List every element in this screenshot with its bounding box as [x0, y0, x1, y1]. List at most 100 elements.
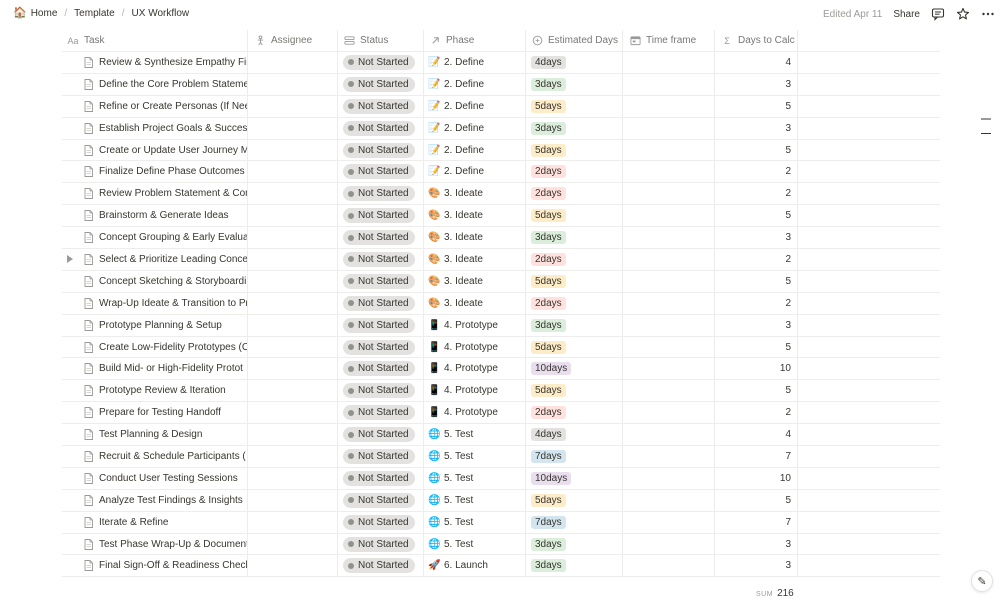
- status-badge[interactable]: Not Started: [343, 339, 415, 355]
- time-frame-cell[interactable]: [623, 511, 715, 533]
- assignee-cell[interactable]: [248, 117, 338, 139]
- task-cell[interactable]: Refine or Create Personas (If Nee: [62, 95, 248, 117]
- time-frame-cell[interactable]: [623, 270, 715, 292]
- phase-cell[interactable]: 📝 2. Define: [424, 95, 526, 117]
- assignee-cell[interactable]: [248, 358, 338, 380]
- page-outline-markers[interactable]: [981, 118, 991, 147]
- estimated-days-cell[interactable]: 5days: [526, 489, 623, 511]
- phase-cell[interactable]: 📱 4. Prototype: [424, 380, 526, 402]
- days-to-calc-cell[interactable]: 4: [715, 424, 798, 446]
- days-to-calc-cell[interactable]: 3: [715, 73, 798, 95]
- edited-timestamp[interactable]: Edited Apr 11: [823, 9, 882, 20]
- task-cell[interactable]: Iterate & Refine: [62, 511, 248, 533]
- phase-link[interactable]: 5. Test: [444, 429, 473, 440]
- time-frame-cell[interactable]: [623, 380, 715, 402]
- comments-icon[interactable]: [931, 7, 945, 21]
- column-header-assignee[interactable]: Assignee: [248, 30, 338, 51]
- status-badge[interactable]: Not Started: [343, 230, 415, 246]
- estimated-days-cell[interactable]: 2days: [526, 402, 623, 424]
- task-cell[interactable]: Define the Core Problem Stateme: [62, 73, 248, 95]
- assignee-cell[interactable]: [248, 489, 338, 511]
- task-cell[interactable]: Test Planning & Design: [62, 424, 248, 446]
- table-row[interactable]: Recruit & Schedule Participants (Not Sta…: [62, 446, 940, 468]
- status-cell[interactable]: Not Started: [338, 402, 424, 424]
- time-frame-cell[interactable]: [623, 139, 715, 161]
- table-row[interactable]: Define the Core Problem Stateme Not Start…: [62, 73, 940, 96]
- task-title[interactable]: Select & Prioritize Leading Conce: [99, 254, 247, 265]
- assignee-cell[interactable]: [248, 227, 338, 249]
- breadcrumb-template[interactable]: Template: [74, 8, 115, 19]
- task-title[interactable]: Create or Update User Journey M: [99, 145, 247, 156]
- time-frame-cell[interactable]: [623, 358, 715, 380]
- phase-cell[interactable]: 🌐 5. Test: [424, 489, 526, 511]
- days-to-calc-cell[interactable]: 5: [715, 270, 798, 292]
- column-header-time-frame[interactable]: Time frame: [623, 30, 715, 51]
- task-cell[interactable]: Wrap-Up Ideate & Transition to Pr: [62, 292, 248, 314]
- task-cell[interactable]: Test Phase Wrap-Up & Document: [62, 533, 248, 555]
- time-frame-cell[interactable]: [623, 161, 715, 183]
- task-cell[interactable]: Establish Project Goals & Success: [62, 117, 248, 139]
- phase-cell[interactable]: 🌐 5. Test: [424, 424, 526, 446]
- time-frame-cell[interactable]: [623, 467, 715, 489]
- table-row[interactable]: Wrap-Up Ideate & Transition to Pr Not Sta…: [62, 292, 940, 315]
- estimated-days-cell[interactable]: 3days: [526, 533, 623, 555]
- time-frame-cell[interactable]: [623, 424, 715, 446]
- table-row[interactable]: Create or Update User Journey M Not Start…: [62, 139, 940, 162]
- days-to-calc-cell[interactable]: 7: [715, 446, 798, 467]
- assignee-cell[interactable]: [248, 249, 338, 270]
- task-title[interactable]: Final Sign-Off & Readiness Check: [99, 560, 247, 571]
- phase-cell[interactable]: 📝 2. Define: [424, 73, 526, 95]
- phase-cell[interactable]: 📝 2. Define: [424, 161, 526, 183]
- status-badge[interactable]: Not Started: [343, 448, 415, 464]
- task-cell[interactable]: Prototype Review & Iteration: [62, 380, 248, 402]
- task-title[interactable]: Refine or Create Personas (If Nee: [99, 101, 247, 112]
- days-to-calc-cell[interactable]: 3: [715, 533, 798, 555]
- task-title[interactable]: Build Mid- or High-Fidelity Protot: [99, 363, 243, 374]
- assignee-cell[interactable]: [248, 161, 338, 183]
- estimated-days-cell[interactable]: 10days: [526, 467, 623, 489]
- days-to-calc-cell[interactable]: 4: [715, 52, 798, 73]
- status-badge[interactable]: Not Started: [343, 120, 415, 136]
- task-cell[interactable]: Review Problem Statement & Con: [62, 183, 248, 205]
- task-title[interactable]: Test Planning & Design: [99, 429, 202, 440]
- days-to-calc-cell[interactable]: 5: [715, 205, 798, 227]
- table-row[interactable]: Prototype Planning & Setup Not Started 📱 4.…: [62, 314, 940, 337]
- time-frame-cell[interactable]: [623, 555, 715, 577]
- task-cell[interactable]: Final Sign-Off & Readiness Check: [62, 555, 248, 577]
- status-cell[interactable]: Not Started: [338, 555, 424, 577]
- days-to-calc-cell[interactable]: 10: [715, 358, 798, 380]
- table-row[interactable]: Review & Synthesize Empathy Fin Not Start…: [62, 52, 940, 74]
- table-row[interactable]: Test Planning & Design Not Started 🌐 5. Tes…: [62, 424, 940, 447]
- assignee-cell[interactable]: [248, 270, 338, 292]
- status-cell[interactable]: Not Started: [338, 117, 424, 139]
- task-cell[interactable]: Create or Update User Journey M: [62, 139, 248, 161]
- table-row[interactable]: Finalize Define Phase Outcomes & Not Star…: [62, 161, 940, 184]
- task-cell[interactable]: Create Low-Fidelity Prototypes (C: [62, 336, 248, 358]
- status-cell[interactable]: Not Started: [338, 139, 424, 161]
- time-frame-cell[interactable]: [623, 95, 715, 117]
- task-cell[interactable]: Select & Prioritize Leading Conce: [62, 249, 248, 270]
- status-cell[interactable]: Not Started: [338, 205, 424, 227]
- column-header-days-to-calc[interactable]: Σ Days to Calc: [715, 30, 798, 51]
- assignee-cell[interactable]: [248, 555, 338, 577]
- status-cell[interactable]: Not Started: [338, 249, 424, 270]
- phase-cell[interactable]: 📱 4. Prototype: [424, 336, 526, 358]
- days-to-calc-cell[interactable]: 2: [715, 249, 798, 270]
- status-badge[interactable]: Not Started: [343, 405, 415, 421]
- task-title[interactable]: Concept Sketching & Storyboardi: [99, 276, 246, 287]
- table-row[interactable]: Concept Sketching & Storyboardi Not Start…: [62, 270, 940, 293]
- column-header-estimated-days[interactable]: Estimated Days: [526, 30, 623, 51]
- status-badge[interactable]: Not Started: [343, 295, 415, 311]
- estimated-days-cell[interactable]: 3days: [526, 227, 623, 249]
- assignee-cell[interactable]: [248, 380, 338, 402]
- status-badge[interactable]: Not Started: [343, 317, 415, 333]
- status-cell[interactable]: Not Started: [338, 336, 424, 358]
- days-to-calc-cell[interactable]: 3: [715, 227, 798, 249]
- favorite-star-icon[interactable]: [956, 7, 970, 21]
- time-frame-cell[interactable]: [623, 249, 715, 270]
- table-row[interactable]: Select & Prioritize Leading Conce Not Sta…: [62, 249, 940, 271]
- phase-cell[interactable]: 🎨 3. Ideate: [424, 183, 526, 205]
- status-badge[interactable]: Not Started: [343, 54, 415, 70]
- outline-marker[interactable]: [981, 118, 991, 120]
- phase-cell[interactable]: 🌐 5. Test: [424, 467, 526, 489]
